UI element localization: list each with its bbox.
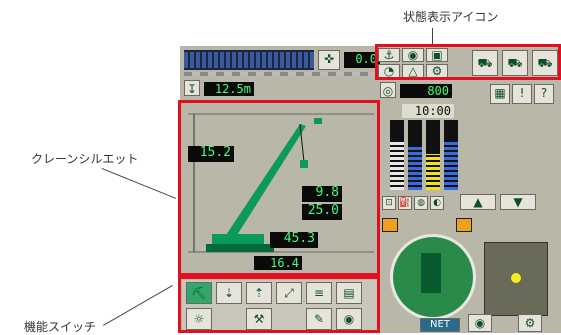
callout-status-icons: 状態表示アイコン [403,10,499,24]
swing-dial [390,234,476,320]
level-panel [484,242,548,316]
load-bar-1 [390,120,404,190]
alert-icon[interactable]: ! [512,84,532,104]
level-dot [511,273,521,283]
temp-icon: ◐ [430,196,444,210]
load-bar-2 [408,120,422,190]
camera-switch-button[interactable]: ◉ [468,314,492,332]
fuel-icon: ⛽ [398,196,412,210]
swing-crane-icon [421,253,441,293]
load-bar-3 [426,120,440,190]
up-arrow-button[interactable]: ▲ [460,194,496,210]
load-bar-4 [444,120,458,190]
rpm-icon: ◎ [380,82,396,98]
swing-right-indicator [456,218,472,232]
oil-icon: ◍ [414,196,428,210]
net-button[interactable]: NET [420,318,460,332]
scale-ruler [184,72,380,76]
leader-functions [103,285,173,326]
radius-readout: 12.5m [204,82,254,96]
load-bar-top [184,50,314,70]
radius-icon: ↧ [184,80,200,96]
down-arrow-button[interactable]: ▼ [500,194,536,210]
leader-silhouette [101,168,177,199]
rpm-readout: 800 [400,84,452,98]
status-icons-highlight [375,44,561,80]
status-symbol-icon: ✜ [318,50,340,70]
crane-silhouette-highlight [178,100,380,276]
callout-function-switches: 機能スイッチ [24,320,97,334]
time-readout: 10:00 [402,104,454,118]
setup-switch-button[interactable]: ⚙ [518,314,542,332]
level-icon: ⊡ [382,196,396,210]
save-icon[interactable]: ▦ [490,84,510,104]
callout-crane-silhouette: クレーンシルエット [31,152,139,166]
swing-left-indicator [382,218,398,232]
function-switches-highlight [178,276,380,333]
help-icon[interactable]: ? [534,84,554,104]
